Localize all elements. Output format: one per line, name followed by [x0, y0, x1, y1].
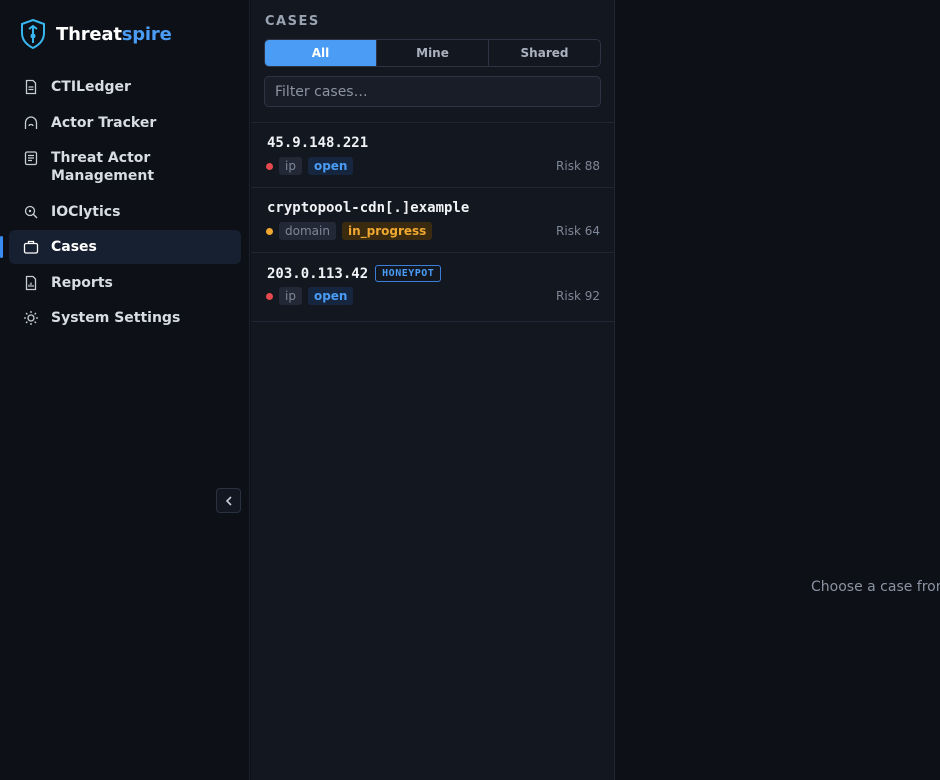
- case-title: 203.0.113.42 HONEYPOT: [267, 265, 442, 282]
- sidebar-item-actor-tracker[interactable]: Actor Tracker: [9, 106, 241, 140]
- brand-logo[interactable]: Threatspire: [20, 18, 172, 50]
- brand-name: Threatspire: [56, 23, 172, 45]
- sidebar-item-label: System Settings: [51, 310, 181, 326]
- sidebar-item-reports[interactable]: Reports: [9, 266, 241, 300]
- chevron-left-icon: [225, 495, 232, 506]
- gear-icon: [23, 310, 39, 326]
- shield-logo-icon: [21, 19, 45, 49]
- case-scope-tabs: All Mine Shared: [264, 39, 601, 67]
- document-icon: [23, 79, 39, 95]
- case-risk: Risk 92: [556, 289, 600, 303]
- sidebar-item-label: Threat Actor Management: [51, 150, 155, 184]
- list-document-icon: [23, 150, 39, 166]
- severity-dot: [266, 227, 273, 235]
- app-window: Threatspire CTILedger Actor Tracker Thre…: [0, 0, 940, 780]
- case-status-tag: open: [307, 157, 354, 175]
- empty-state-message: Choose a case from the list: [811, 579, 940, 595]
- case-meta: ip open: [266, 157, 354, 175]
- bar-chart-icon: [23, 275, 39, 291]
- severity-dot: [266, 292, 273, 300]
- sidebar-item-label: IOClytics: [51, 203, 121, 220]
- case-type-tag: ip: [279, 157, 302, 175]
- sidebar-item-threat-actor-management[interactable]: Threat Actor Management: [9, 141, 241, 193]
- case-detail-panel: Choose a case from the list: [616, 0, 940, 780]
- case-meta: domain in_progress: [266, 222, 433, 240]
- tab-shared[interactable]: Shared: [489, 40, 600, 66]
- case-meta: ip open: [266, 287, 354, 305]
- case-status-tag: open: [307, 287, 354, 305]
- tab-all[interactable]: All: [265, 40, 377, 66]
- sidebar-item-system-settings[interactable]: System Settings: [9, 301, 241, 335]
- sidebar-item-ioclytics[interactable]: IOClytics: [9, 195, 241, 229]
- hood-icon: [23, 115, 39, 131]
- case-type-tag: domain: [279, 222, 336, 240]
- sidebar-item-label: Reports: [51, 274, 113, 291]
- sidebar-item-label: Cases: [51, 239, 97, 255]
- cases-panel: CASES All Mine Shared 45.9.148.221 ip op…: [251, 0, 615, 780]
- cases-heading: CASES: [265, 14, 320, 29]
- case-risk: Risk 64: [556, 224, 600, 238]
- severity-dot: [266, 162, 273, 170]
- case-title: 45.9.148.221: [267, 135, 368, 151]
- case-name: 45.9.148.221: [267, 135, 369, 151]
- magnifier-icon: [23, 204, 39, 220]
- sidebar-item-cases[interactable]: Cases: [0, 230, 241, 264]
- case-row[interactable]: 45.9.148.221 ip open Risk 88: [251, 123, 615, 188]
- case-type-tag: ip: [279, 287, 302, 305]
- honeypot-badge: HONEYPOT: [375, 265, 442, 282]
- sidebar: Threatspire CTILedger Actor Tracker Thre…: [0, 0, 250, 780]
- sidebar-item-label: CTILedger: [51, 79, 131, 95]
- filter-cases-input[interactable]: [264, 76, 601, 107]
- case-row[interactable]: 203.0.113.42 HONEYPOT ip open Risk 92: [251, 253, 615, 322]
- briefcase-icon: [23, 239, 39, 255]
- case-title: cryptopool-cdn[.]example: [267, 200, 469, 216]
- cases-list: 45.9.148.221 ip open Risk 88 cryptopool-…: [251, 122, 615, 322]
- case-risk: Risk 88: [556, 159, 600, 173]
- case-status-tag: in_progress: [341, 222, 433, 240]
- tab-mine[interactable]: Mine: [377, 40, 489, 66]
- sidebar-item-ctiledger[interactable]: CTILedger: [9, 70, 241, 104]
- case-name: 203.0.113.42: [267, 265, 369, 282]
- sidebar-item-label: Actor Tracker: [51, 114, 157, 131]
- collapse-sidebar-button[interactable]: [216, 488, 241, 513]
- case-name: cryptopool-cdn[.]example: [267, 200, 470, 216]
- case-row[interactable]: cryptopool-cdn[.]example domain in_progr…: [251, 188, 615, 253]
- sidebar-nav: CTILedger Actor Tracker Threat Actor Man…: [0, 70, 241, 337]
